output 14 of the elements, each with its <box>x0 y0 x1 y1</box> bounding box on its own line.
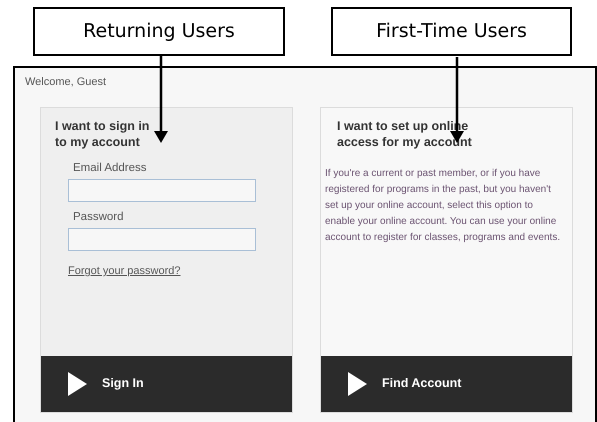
callout-label: First-Time Users <box>331 7 572 56</box>
play-icon <box>348 372 367 396</box>
card-heading: I want to sign in to my account <box>55 118 150 150</box>
welcome-text: Welcome, Guest <box>25 75 106 90</box>
field-label: Email Address <box>73 160 147 176</box>
action-button[interactable]: Sign In <box>41 356 292 412</box>
description-text: If you're a current or past member, or if you have registered for programs in the past, but you haven't set up your online account, select this option to enable your online account. You can use your online account to register for classes, programs and events. <box>325 166 562 244</box>
field-label: Password <box>73 210 124 225</box>
action-button[interactable]: Find Account <box>321 356 572 412</box>
input-field[interactable] <box>68 178 256 202</box>
play-icon <box>68 372 87 396</box>
callout-label: Returning Users <box>33 7 285 56</box>
input-field[interactable] <box>68 228 256 251</box>
forgot-password-link[interactable]: Forgot your password? <box>68 263 180 280</box>
